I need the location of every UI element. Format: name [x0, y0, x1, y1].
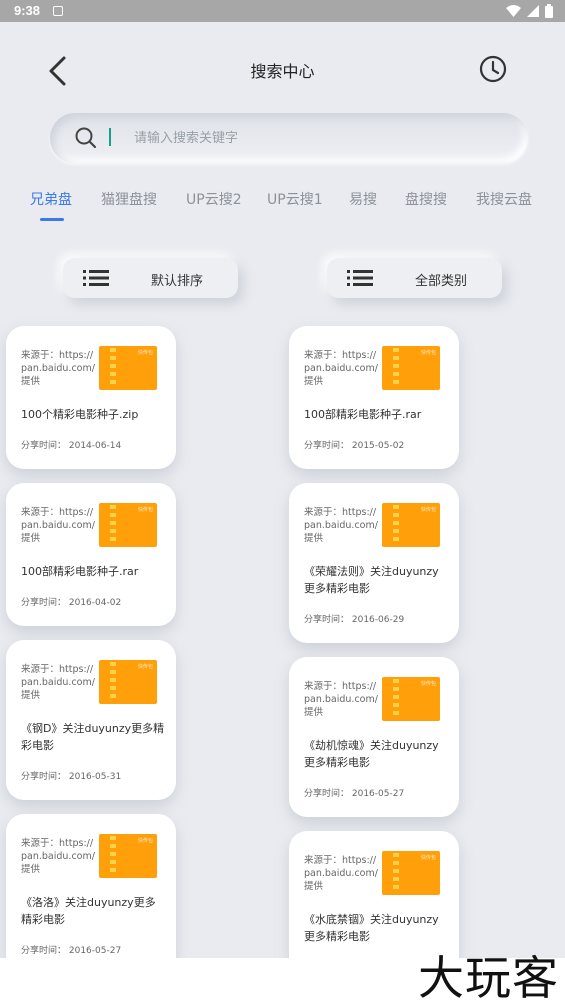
status-bar: 9:38	[0, 0, 565, 22]
signal-icon	[527, 5, 539, 17]
category-label: 全部类别	[415, 274, 468, 289]
result-card[interactable]: 来源于：https://pan.baidu.com/提供 快传包 100部精彩电…	[289, 326, 459, 469]
result-card[interactable]: 来源于：https://pan.baidu.com/提供 快传包 《洛洛》关注d…	[6, 814, 176, 974]
tab-maolipansou[interactable]: 猫狸盘搜	[101, 189, 157, 209]
tab-xiongdipan[interactable]: 兄弟盘	[30, 189, 72, 209]
sort-label: 默认排序	[151, 274, 204, 289]
zip-file-icon: 快传包	[99, 346, 157, 390]
sort-button[interactable]: 默认排序	[63, 258, 238, 298]
battery-icon	[545, 4, 553, 18]
card-file-name: 100部精彩电影种子.rar	[21, 565, 139, 578]
result-card[interactable]: 来源于：https://pan.baidu.com/提供 快传包 100个精彩电…	[6, 326, 176, 469]
search-icon	[75, 127, 97, 149]
card-source: 来源于：https://pan.baidu.com/提供	[304, 855, 378, 892]
list-icon	[83, 270, 109, 286]
card-file-name: 《劫机惊魂》关注duyunzy更多精彩电影	[304, 739, 439, 769]
zip-file-icon: 快传包	[382, 346, 440, 390]
card-share-time: 分享时间： 2016-05-31	[21, 772, 122, 782]
result-card[interactable]: 来源于：https://pan.baidu.com/提供 快传包 《钢D》关注d…	[6, 640, 176, 800]
zip-file-icon: 快传包	[99, 834, 157, 878]
history-clock-icon	[479, 55, 507, 83]
card-share-time: 分享时间： 2015-05-02	[304, 441, 405, 451]
active-tab-indicator	[40, 218, 64, 221]
card-file-name: 100个精彩电影种子.zip	[21, 408, 139, 421]
status-time: 9:38	[14, 3, 41, 18]
card-source: 来源于：https://pan.baidu.com/提供	[21, 664, 95, 701]
wifi-icon	[506, 5, 521, 17]
search-bar[interactable]	[50, 113, 528, 163]
card-source: 来源于：https://pan.baidu.com/提供	[21, 507, 95, 544]
result-card[interactable]: 来源于：https://pan.baidu.com/提供 快传包 《劫机惊魂》关…	[289, 657, 459, 817]
card-file-name: 《洛洛》关注duyunzy更多精彩电影	[21, 896, 156, 926]
card-file-name: 《钢D》关注duyunzy更多精彩电影	[21, 722, 165, 752]
card-source: 来源于：https://pan.baidu.com/提供	[304, 507, 378, 544]
history-button[interactable]	[478, 54, 514, 90]
source-tabs: 兄弟盘 猫狸盘搜 UP云搜2 UP云搜1 易搜 盘搜搜 我搜云盘	[0, 185, 565, 225]
card-share-time: 分享时间： 2016-06-29	[304, 615, 405, 625]
card-source: 来源于：https://pan.baidu.com/提供	[304, 350, 378, 387]
status-icons	[506, 4, 553, 18]
zip-file-icon: 快传包	[99, 660, 157, 704]
notification-icon	[53, 6, 63, 16]
card-source: 来源于：https://pan.baidu.com/提供	[21, 838, 95, 875]
tab-up-yunsou-2[interactable]: UP云搜2	[186, 189, 242, 209]
zip-file-icon: 快传包	[382, 503, 440, 547]
category-button[interactable]: 全部类别	[327, 258, 502, 298]
zip-file-icon: 快传包	[382, 851, 440, 895]
zip-file-icon: 快传包	[382, 677, 440, 721]
header: 搜索中心	[0, 22, 565, 118]
card-share-time: 分享时间： 2016-05-27	[304, 789, 405, 799]
list-icon	[347, 270, 373, 286]
card-share-time: 分享时间： 2016-04-02	[21, 598, 122, 608]
text-cursor	[109, 128, 111, 146]
card-source: 来源于：https://pan.baidu.com/提供	[304, 681, 378, 718]
tab-pansousou[interactable]: 盘搜搜	[405, 189, 447, 209]
card-source: 来源于：https://pan.baidu.com/提供	[21, 350, 95, 387]
tab-wosouyunpan[interactable]: 我搜云盘	[476, 189, 532, 209]
card-file-name: 100部精彩电影种子.rar	[304, 408, 422, 421]
card-share-time: 分享时间： 2016-05-27	[21, 946, 122, 956]
watermark: 大玩客	[418, 951, 559, 1004]
result-card[interactable]: 来源于：https://pan.baidu.com/提供 快传包 《荣耀法则》关…	[289, 483, 459, 643]
card-file-name: 《荣耀法则》关注duyunzy更多精彩电影	[304, 565, 439, 595]
tab-up-yunsou-1[interactable]: UP云搜1	[267, 189, 323, 209]
card-share-time: 分享时间： 2014-06-14	[21, 441, 122, 451]
card-file-name: 《水底禁锢》关注duyunzy更多精彩电影	[304, 913, 439, 943]
result-card[interactable]: 来源于：https://pan.baidu.com/提供 快传包 100部精彩电…	[6, 483, 176, 626]
search-input[interactable]	[134, 123, 494, 153]
tab-yisou[interactable]: 易搜	[349, 189, 377, 209]
zip-file-icon: 快传包	[99, 503, 157, 547]
